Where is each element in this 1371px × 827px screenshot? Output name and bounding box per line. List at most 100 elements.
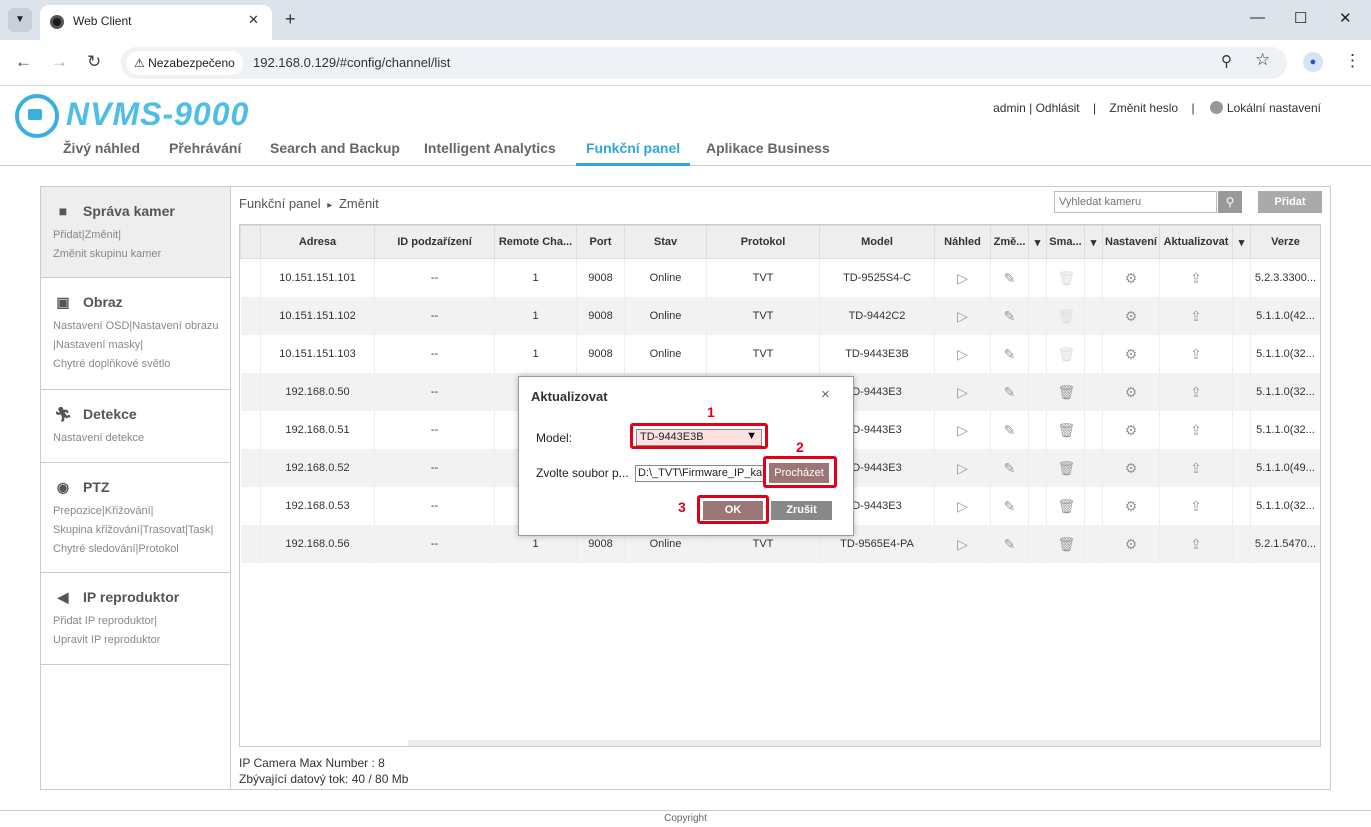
edit-icon[interactable]: ✎ [1002, 384, 1018, 400]
minimize-icon[interactable]: — [1250, 9, 1265, 26]
table-row[interactable]: 10.151.151.102 -- 1 9008 Online TVT TD-9442C2 ▷… [240, 296, 1320, 335]
trash-icon[interactable]: 🗑︎ [1058, 422, 1076, 438]
upload-icon[interactable]: ⇪ [1188, 384, 1204, 400]
sidebar-link[interactable]: Nastavení OSD|Nastavení obrazu [53, 317, 230, 336]
play-icon[interactable]: ▷ [955, 498, 971, 514]
firmware-file-input[interactable]: D:\_TVT\Firmware_IP_kam [635, 465, 766, 482]
sidebar-section-ip-speaker[interactable]: ◀︎ IP reproduktor Přidat IP reproduktor| U… [41, 573, 230, 665]
sidebar-link[interactable]: Změnit skupinu kamer [53, 245, 230, 264]
upload-icon[interactable]: ⇪ [1188, 346, 1204, 362]
upload-icon[interactable]: ⇪ [1188, 498, 1204, 514]
user-logout-link[interactable]: admin | Odhlásit [993, 101, 1080, 115]
upload-icon[interactable]: ⇪ [1188, 422, 1204, 438]
play-icon[interactable]: ▷ [955, 536, 971, 552]
table-row[interactable]: 10.151.151.101 -- 1 9008 Online TVT TD-9525S4-… [240, 258, 1320, 297]
dropdown-arrow-icon[interactable]: ▾ [1232, 225, 1251, 259]
nav-function-panel[interactable]: Funkční panel [576, 140, 691, 166]
row-select [240, 372, 261, 411]
play-icon[interactable]: ▷ [955, 346, 971, 362]
play-icon[interactable]: ▷ [955, 460, 971, 476]
nav-search-backup[interactable]: Search and Backup [270, 140, 400, 166]
edit-icon[interactable]: ✎ [1002, 536, 1018, 552]
edit-icon[interactable]: ✎ [1002, 308, 1018, 324]
sidebar-link[interactable]: Prepozice|Křižování| [53, 502, 230, 521]
tab-close-icon[interactable]: ✕ [248, 12, 259, 28]
edit-icon[interactable]: ✎ [1002, 346, 1018, 362]
horizontal-scrollbar[interactable] [408, 740, 1320, 746]
profile-icon[interactable]: ● [1303, 52, 1323, 72]
url-text[interactable]: 192.168.0.129/#config/channel/list [253, 55, 450, 70]
camera-search-input[interactable] [1054, 191, 1217, 213]
back-arrow-icon[interactable]: ← [15, 52, 32, 72]
maximize-icon[interactable]: ☐ [1294, 9, 1307, 27]
edit-icon[interactable]: ✎ [1002, 498, 1018, 514]
zoom-icon[interactable]: ⚲ [1221, 52, 1232, 70]
gear-icon[interactable]: ⚙ [1123, 384, 1139, 400]
sidebar-link[interactable]: Upravit IP reproduktor [53, 631, 230, 650]
search-icon[interactable]: ⚲ [1218, 191, 1242, 213]
edit-icon[interactable]: ✎ [1002, 422, 1018, 438]
add-camera-button[interactable]: Přidat [1258, 191, 1322, 213]
sidebar-link[interactable]: Skupina křižování|Trasovat|Task| [53, 521, 230, 540]
play-icon[interactable]: ▷ [955, 270, 971, 286]
bookmark-star-icon[interactable]: ☆ [1255, 50, 1270, 70]
sidebar-link[interactable]: Nastavení detekce [53, 429, 230, 448]
gear-icon[interactable]: ⚙ [1123, 498, 1139, 514]
nav-playback[interactable]: Přehrávání [169, 140, 241, 166]
browser-tab[interactable]: Web Client ✕ [40, 5, 272, 40]
trash-icon[interactable]: 🗑︎ [1058, 536, 1076, 552]
sidebar-section-camera-management[interactable]: ■ Správa kamer Přidat|Změnit| Změnit skupi… [41, 187, 230, 278]
cancel-button[interactable]: Zrušit [771, 501, 832, 520]
dropdown-arrow-icon[interactable]: ▾ [1028, 225, 1047, 259]
change-password-link[interactable]: Změnit heslo [1109, 101, 1178, 115]
upload-icon[interactable]: ⇪ [1188, 308, 1204, 324]
upload-icon[interactable]: ⇪ [1188, 460, 1204, 476]
gear-icon[interactable]: ⚙ [1123, 536, 1139, 552]
new-tab-plus-icon[interactable]: + [285, 9, 296, 30]
play-icon[interactable]: ▷ [955, 422, 971, 438]
trash-icon[interactable]: 🗑︎ [1058, 384, 1076, 400]
upload-icon[interactable]: ⇪ [1188, 270, 1204, 286]
trash-icon[interactable]: 🗑︎ [1058, 498, 1076, 514]
sidebar-link[interactable]: |Nastavení masky| [53, 336, 230, 355]
gear-icon[interactable]: ⚙ [1123, 422, 1139, 438]
sidebar-title: IP reproduktor [83, 589, 180, 605]
trash-icon[interactable]: 🗑︎ [1058, 346, 1076, 362]
trash-icon[interactable]: 🗑︎ [1058, 270, 1076, 286]
gear-icon[interactable]: ⚙ [1123, 270, 1139, 286]
sidebar-link[interactable]: Chytré sledování|Protokol [53, 540, 230, 559]
edit-icon[interactable]: ✎ [1002, 270, 1018, 286]
edit-icon[interactable]: ✎ [1002, 460, 1018, 476]
nav-business-apps[interactable]: Aplikace Business [706, 140, 830, 166]
play-icon[interactable]: ▷ [955, 308, 971, 324]
gear-icon[interactable]: ⚙ [1123, 346, 1139, 362]
sidebar-section-detection[interactable]: 🏃︎ Detekce Nastavení detekce [41, 390, 230, 463]
breadcrumb-root[interactable]: Funkční panel [239, 196, 321, 211]
reload-icon[interactable]: ↻ [87, 52, 101, 72]
forward-arrow-icon[interactable]: → [51, 52, 68, 72]
sidebar-section-image[interactable]: ▣ Obraz Nastavení OSD|Nastavení obrazu |Na… [41, 278, 230, 390]
camera-icon: ■ [58, 203, 68, 219]
omnibox[interactable]: ⚠ Nezabezpečeno 192.168.0.129/#config/ch… [121, 47, 1287, 79]
sidebar-link[interactable]: Přidat|Změnit| [53, 226, 230, 245]
sidebar-link[interactable]: Přidat IP reproduktor| [53, 612, 230, 631]
upload-icon[interactable]: ⇪ [1188, 536, 1204, 552]
play-icon[interactable]: ▷ [955, 384, 971, 400]
table-row[interactable]: 10.151.151.103 -- 1 9008 Online TVT TD-9443E3B… [240, 334, 1320, 373]
gear-icon[interactable]: ⚙ [1123, 308, 1139, 324]
nav-live-view[interactable]: Živý náhled [63, 140, 140, 166]
tab-search-chevron-icon[interactable]: ▼ [8, 8, 32, 32]
browser-menu-icon[interactable]: ⋮ [1344, 51, 1361, 71]
local-settings-link[interactable]: Lokální nastavení [1208, 101, 1323, 115]
sidebar-section-ptz[interactable]: ◉ PTZ Prepozice|Křižování| Skupina křižová… [41, 463, 230, 573]
trash-icon[interactable]: 🗑︎ [1058, 308, 1076, 324]
column-header-delete: Sma... [1046, 225, 1085, 259]
window-close-icon[interactable]: ✕ [1339, 9, 1352, 27]
dropdown-arrow-icon[interactable]: ▾ [1084, 225, 1103, 259]
close-icon[interactable]: × [821, 386, 830, 403]
trash-icon[interactable]: 🗑︎ [1058, 460, 1076, 476]
nav-intelligent-analytics[interactable]: Intelligent Analytics [424, 140, 556, 166]
security-chip[interactable]: ⚠ Nezabezpečeno [126, 51, 243, 75]
sidebar-link[interactable]: Chytré doplňkové světlo [53, 355, 230, 374]
gear-icon[interactable]: ⚙ [1123, 460, 1139, 476]
